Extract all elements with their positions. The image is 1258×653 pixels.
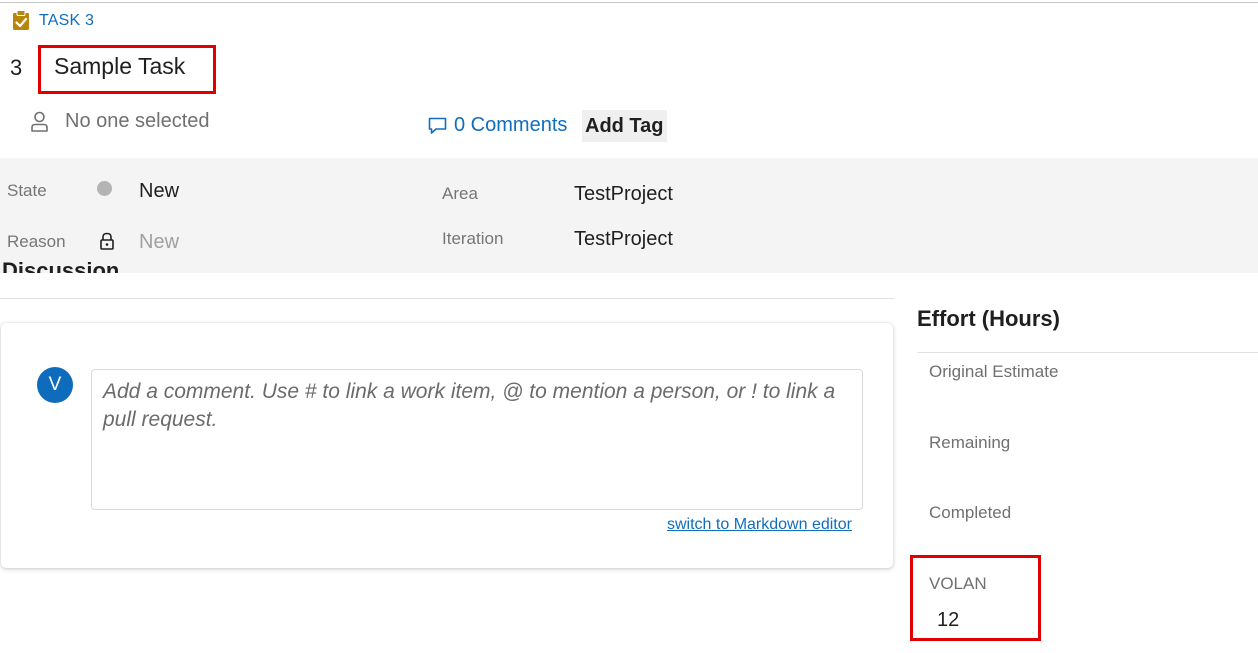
work-item-id: 3 — [10, 55, 23, 80]
assignee-picker[interactable]: No one selected — [30, 110, 210, 133]
original-estimate-field[interactable]: Original Estimate — [929, 362, 1058, 382]
area-label: Area — [442, 184, 478, 203]
state-dropdown[interactable]: New — [139, 180, 179, 203]
comments-count-label: 0 Comments — [454, 114, 568, 136]
area-picker[interactable]: TestProject — [574, 183, 673, 206]
comment-icon — [428, 117, 447, 134]
discussion-heading: Discussion — [2, 258, 120, 274]
comments-link[interactable]: 0 Comments — [428, 114, 567, 137]
iteration-picker[interactable]: TestProject — [574, 228, 673, 251]
person-icon — [31, 111, 48, 132]
state-indicator-dot — [97, 181, 112, 196]
add-tag-button[interactable]: Add Tag — [582, 110, 667, 142]
reason-value: New — [139, 231, 180, 253]
user-avatar: V — [37, 367, 73, 403]
work-item-type-header: TASK 3 — [12, 10, 94, 31]
effort-heading: Effort (Hours) — [917, 306, 1060, 331]
lock-icon — [100, 232, 114, 250]
switch-markdown-editor-link[interactable]: switch to Markdown editor — [667, 516, 852, 534]
comment-placeholder: Add a comment. Use # to link a work item… — [103, 380, 836, 431]
volan-label: VOLAN — [929, 574, 987, 593]
discussion-heading-clip: Discussion — [2, 254, 302, 274]
effort-divider — [917, 352, 1258, 353]
work-item-type-label: TASK 3 — [39, 11, 95, 29]
reason-label: Reason — [7, 232, 66, 251]
task-clipboard-icon — [13, 10, 29, 30]
state-label: State — [7, 181, 47, 200]
remaining-field[interactable]: Remaining — [929, 433, 1010, 453]
volan-input[interactable]: 12 — [937, 609, 959, 632]
discussion-divider — [0, 298, 894, 299]
completed-field[interactable]: Completed — [929, 503, 1011, 523]
assignee-label: No one selected — [65, 110, 210, 132]
top-divider — [0, 2, 1258, 3]
work-item-title-input[interactable]: Sample Task — [54, 53, 185, 80]
volan-highlight-box — [910, 555, 1041, 641]
iteration-label: Iteration — [442, 229, 504, 248]
